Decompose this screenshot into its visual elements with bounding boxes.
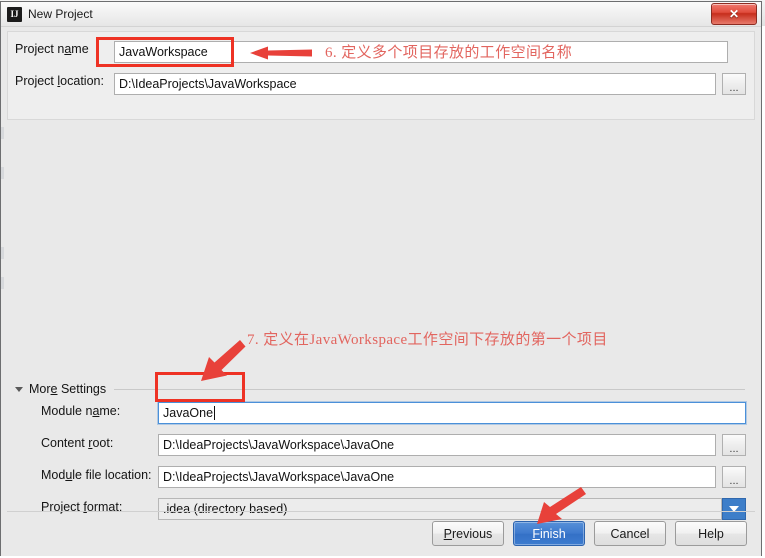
chevron-down-icon (15, 386, 23, 392)
help-button[interactable]: Help (675, 521, 747, 546)
module-file-location-input[interactable]: D:\IdeaProjects\JavaWorkspace\JavaOne (158, 466, 716, 488)
ellipsis-icon: ... (729, 443, 739, 455)
cancel-button[interactable]: Cancel (594, 521, 666, 546)
ellipsis-icon: ... (729, 82, 739, 94)
intellij-idea-icon: IJ (7, 6, 22, 22)
text-cursor (214, 406, 216, 420)
project-name-value: JavaWorkspace (119, 45, 208, 59)
annotation-text-6: 6. 定义多个项目存放的工作空间名称 (325, 45, 573, 61)
project-name-row: Project name (15, 42, 112, 56)
content-root-row: Content root: (41, 436, 113, 450)
project-location-value: D:\IdeaProjects\JavaWorkspace (119, 77, 297, 91)
project-location-row: Project location: (15, 74, 112, 88)
dialog-body: Project name JavaWorkspace Project locat… (1, 27, 761, 556)
content-root-value: D:\IdeaProjects\JavaWorkspace\JavaOne (163, 438, 395, 452)
project-name-label: Project name (15, 42, 89, 56)
ellipsis-icon: ... (729, 475, 739, 487)
project-format-value: .idea (directory based) (163, 502, 288, 516)
project-location-browse-button[interactable]: ... (722, 73, 746, 95)
project-format-dropdown-button[interactable] (722, 498, 746, 520)
module-file-location-browse-button[interactable]: ... (722, 466, 746, 488)
more-settings-label: More Settings (29, 382, 107, 396)
more-settings-header[interactable]: More Settings (15, 382, 745, 396)
module-name-label: Module name: (41, 404, 121, 418)
project-location-input[interactable]: D:\IdeaProjects\JavaWorkspace (114, 73, 716, 95)
content-root-browse-button[interactable]: ... (722, 434, 746, 456)
module-file-location-row: Module file location: (41, 468, 152, 482)
edge-marker (1, 247, 4, 259)
edge-marker (1, 277, 4, 289)
project-location-label: Project location: (15, 74, 104, 88)
close-button[interactable]: ✕ (711, 3, 757, 25)
project-format-select[interactable]: .idea (directory based) (158, 498, 722, 520)
content-root-label: Content root: (41, 436, 114, 450)
edge-marker (1, 127, 4, 139)
content-root-input[interactable]: D:\IdeaProjects\JavaWorkspace\JavaOne (158, 434, 716, 456)
section-divider (114, 388, 745, 390)
module-name-value: JavaOne (163, 406, 214, 420)
finish-button[interactable]: Finish (513, 521, 585, 546)
module-name-row: Module name: (41, 404, 120, 418)
edge-marker (1, 167, 4, 179)
screenshot-root: IJ New Project ✕ Project name JavaWorksp… (0, 0, 765, 558)
dialog-title: New Project (28, 7, 93, 21)
previous-button[interactable]: Previous (432, 521, 504, 546)
new-project-dialog: IJ New Project ✕ Project name JavaWorksp… (0, 1, 762, 556)
dialog-button-bar: Previous Finish Cancel Help (1, 521, 761, 546)
module-file-location-label: Module file location: (41, 468, 152, 482)
module-name-input[interactable]: JavaOne (158, 402, 746, 424)
annotation-text-7: 7. 定义在JavaWorkspace工作空间下存放的第一个项目 (247, 332, 608, 348)
dialog-title-bar: IJ New Project ✕ (1, 2, 761, 27)
module-file-location-value: D:\IdeaProjects\JavaWorkspace\JavaOne (163, 470, 395, 484)
close-icon: ✕ (728, 7, 740, 21)
button-bar-divider (7, 511, 755, 512)
